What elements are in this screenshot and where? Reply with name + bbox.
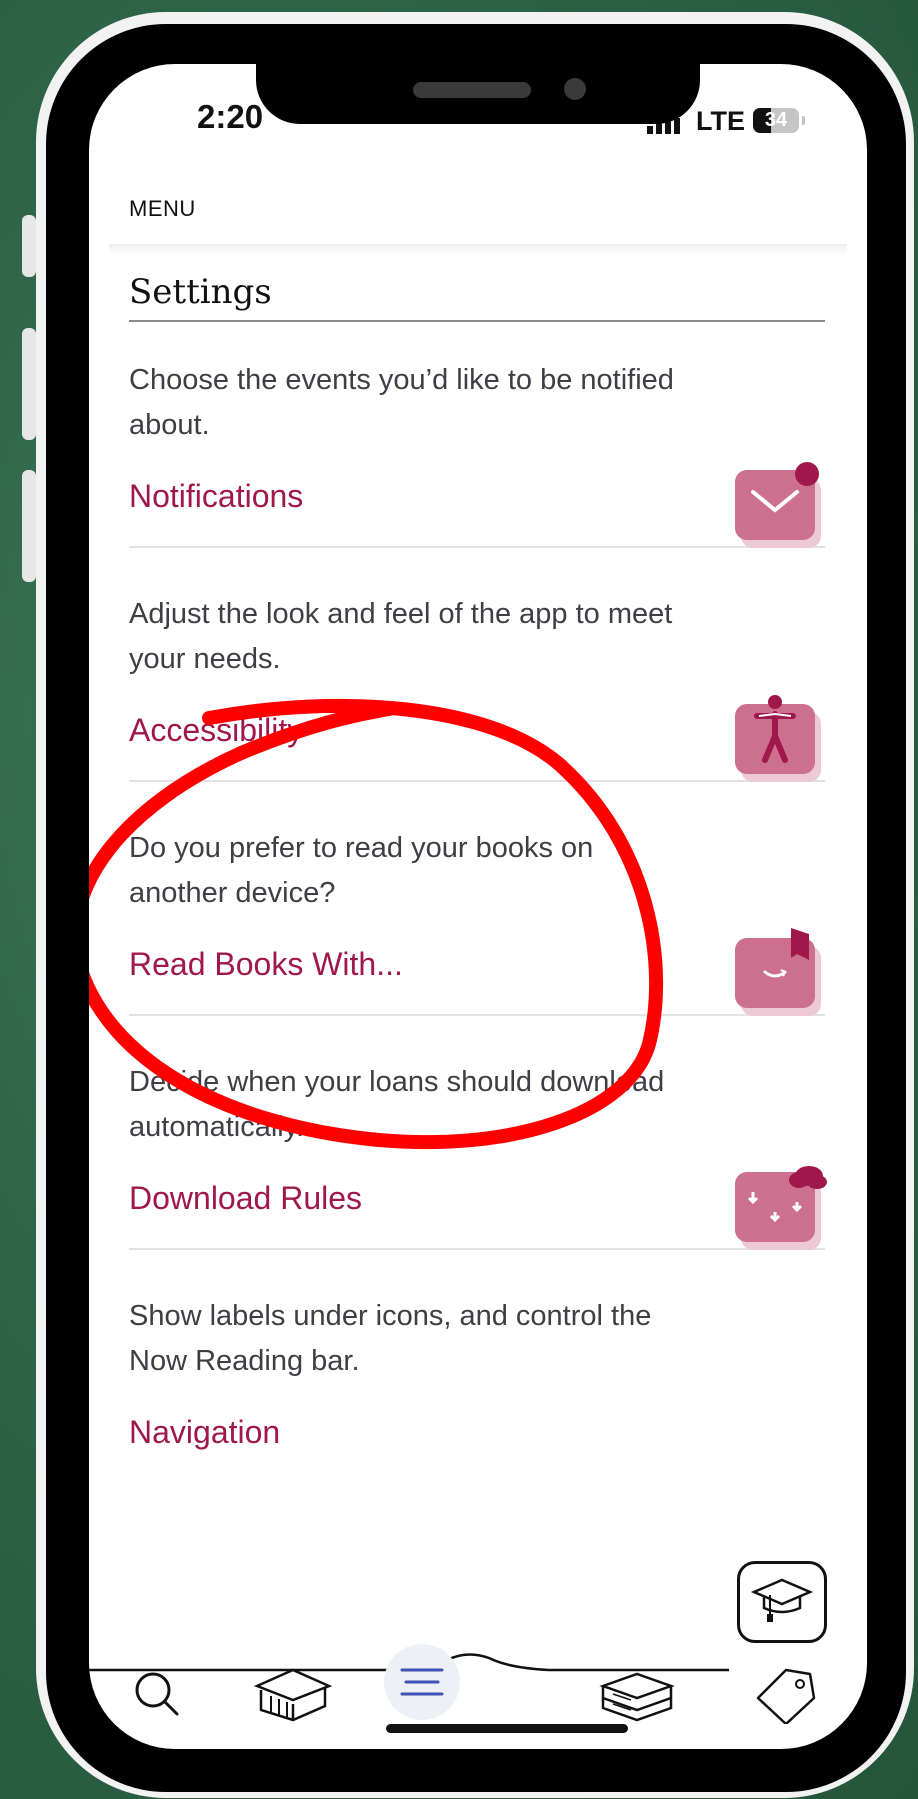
graduation-cap-icon bbox=[750, 1578, 814, 1622]
phone-volume-up-button bbox=[22, 328, 36, 440]
tab-bar-top-border bbox=[89, 1653, 729, 1672]
home-indicator bbox=[386, 1724, 628, 1733]
tab-menu[interactable] bbox=[384, 1644, 460, 1720]
phone-screen: 2:20 LTE 34 MENU Settings Choose the eve… bbox=[89, 64, 867, 1749]
tag-icon bbox=[756, 1668, 816, 1726]
phone-side-button bbox=[22, 215, 36, 277]
phone-volume-down-button bbox=[22, 470, 36, 582]
books-stack-icon bbox=[599, 1672, 675, 1722]
library-building-icon bbox=[253, 1668, 333, 1722]
tab-deals[interactable] bbox=[752, 1664, 822, 1729]
tab-libraries[interactable] bbox=[247, 1664, 337, 1729]
tab-search[interactable] bbox=[127, 1664, 187, 1729]
red-circle-annotation bbox=[89, 698, 664, 1150]
menu-icon bbox=[400, 1668, 444, 1696]
search-icon bbox=[135, 1672, 179, 1716]
tab-shelf[interactable] bbox=[597, 1664, 677, 1729]
tutorial-tip-bubble[interactable] bbox=[737, 1561, 827, 1643]
